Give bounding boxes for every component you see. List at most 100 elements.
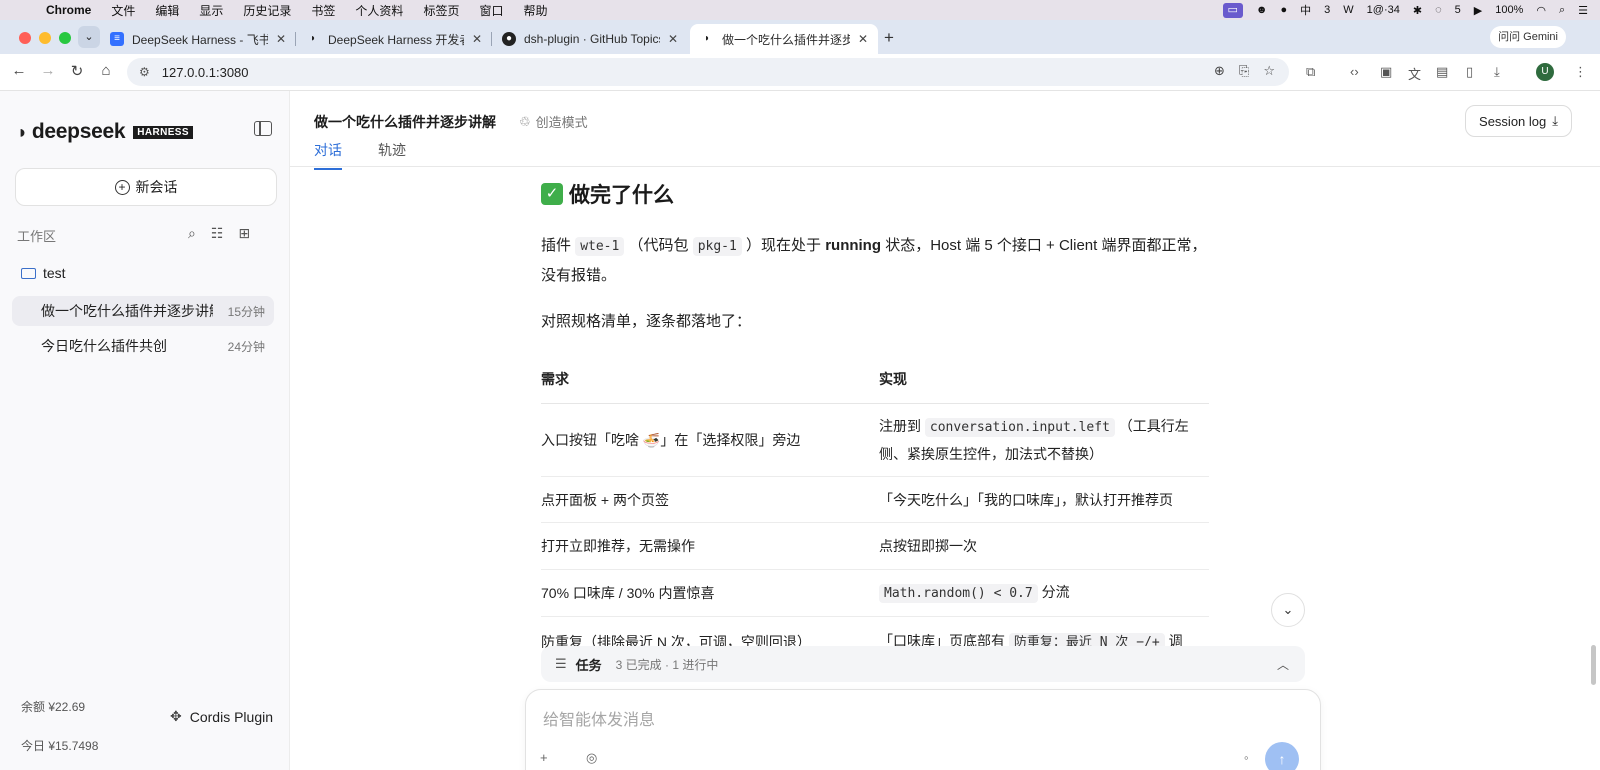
cordis-plugin-button[interactable]: ✥ Cordis Plugin xyxy=(170,708,273,725)
message-composer[interactable]: 给智能体发消息 + ◎ ◦ ↑ xyxy=(525,689,1321,770)
tab-dialog[interactable]: 对话 xyxy=(314,140,342,170)
browser-tab-2[interactable]: ◗ DeepSeek Harness 开发者预览 ✕ xyxy=(296,24,492,54)
wifi-icon[interactable]: ◠ xyxy=(1536,4,1546,17)
menu-tab[interactable]: 标签页 xyxy=(423,2,459,19)
app-sidebar: ◗ deepseek HARNESS + 新会话 工作区 ⌕ ☷ ⊞ test … xyxy=(0,91,290,770)
send-arrow-icon[interactable]: ↑ xyxy=(1265,742,1299,770)
menu-app-name[interactable]: Chrome xyxy=(46,3,91,17)
site-info-icon[interactable]: ⚙ xyxy=(139,65,150,79)
intro-paragraph: 对照规格清单，逐条都落地了： xyxy=(541,313,752,330)
collapse-sidebar-icon[interactable] xyxy=(254,121,272,136)
control-center-icon[interactable]: ☰ xyxy=(1578,4,1588,17)
zoom-icon[interactable]: ⊕ xyxy=(1214,63,1225,79)
main-panel: 做一个吃什么插件并逐步讲解 ♲ 创造模式 对话 轨迹 Session log ⤓… xyxy=(290,91,1600,770)
omnibox-actions: ⊕ ⎘ ☆ xyxy=(1214,63,1275,79)
sidebar-panel-icon[interactable]: ▯ xyxy=(1466,64,1473,80)
screen-record-icon[interactable]: ▭ xyxy=(1222,2,1243,18)
close-icon[interactable]: ✕ xyxy=(276,32,286,46)
menu-edit[interactable]: 编辑 xyxy=(155,2,179,19)
devtools-icon[interactable]: ‹› xyxy=(1350,64,1359,79)
menu-help[interactable]: 帮助 xyxy=(523,2,547,19)
menu-file[interactable]: 文件 xyxy=(111,2,135,19)
bookmark-star-icon[interactable]: ☆ xyxy=(1263,63,1275,79)
brand-logo[interactable]: ◗ deepseek HARNESS xyxy=(17,120,193,144)
session-log-button[interactable]: Session log ⤓ xyxy=(1465,105,1572,137)
profile-avatar[interactable]: U xyxy=(1536,63,1554,81)
page-scrollbar[interactable] xyxy=(1591,645,1596,685)
reader-icon[interactable]: ▤ xyxy=(1436,64,1448,80)
mic-icon[interactable]: ◦ xyxy=(1244,750,1249,765)
session-item-active[interactable]: 做一个吃什么插件并逐步讲解 15分钟 xyxy=(12,296,274,326)
new-folder-icon[interactable]: ⊞ xyxy=(238,225,250,242)
extensions-puzzle-icon[interactable]: ⧉ xyxy=(1306,64,1315,80)
scroll-to-bottom-chevron-icon[interactable]: ⌄ xyxy=(1271,593,1305,627)
table-row: 入口按钮「吃啥 🍜」在「选择权限」旁边 注册到 conversation.inp… xyxy=(541,403,1209,477)
conversation-title: 做一个吃什么插件并逐步讲解 xyxy=(314,114,496,130)
conversation-header: 做一个吃什么插件并逐步讲解 ♲ 创造模式 对话 轨迹 Session log ⤓ xyxy=(290,91,1600,170)
status-count-b[interactable]: 1@·34 xyxy=(1367,4,1400,16)
close-icon[interactable]: ✕ xyxy=(472,32,482,46)
browser-tab-1[interactable]: ≡ DeepSeek Harness - 飞书云文 ✕ xyxy=(100,24,296,54)
back-arrow-icon[interactable]: ← xyxy=(9,62,29,79)
menu-kebab-icon[interactable]: ⋮ xyxy=(1574,64,1587,80)
composer-placeholder[interactable]: 给智能体发消息 xyxy=(543,706,655,730)
table-header-row: 需求 实现 xyxy=(541,359,1209,404)
session-item[interactable]: 今日吃什么插件共创 24分钟 xyxy=(12,331,274,361)
workspace-label: 工作区 xyxy=(17,229,57,244)
downloads-icon[interactable]: ⤓ xyxy=(1494,64,1500,80)
reload-icon[interactable]: ↻ xyxy=(67,62,87,80)
chevron-up-icon[interactable]: ︿ xyxy=(1277,656,1289,673)
text-span: ）现在处于 xyxy=(746,237,822,254)
w-icon[interactable]: W xyxy=(1343,4,1353,16)
status-count-a[interactable]: 3 xyxy=(1324,4,1330,16)
ask-gemini-button[interactable]: 问问 Gemini xyxy=(1490,26,1566,48)
forward-arrow-icon[interactable]: → xyxy=(38,62,58,79)
window-controls xyxy=(19,32,71,44)
session-title: 做一个吃什么插件并逐步讲解 xyxy=(41,303,213,319)
tab-title: dsh-plugin · GitHub Topics xyxy=(524,32,660,46)
menu-window[interactable]: 窗口 xyxy=(479,2,503,19)
input-method-icon[interactable]: 中 xyxy=(1300,2,1311,18)
tab-search-chevron-icon[interactable]: ⌄ xyxy=(78,26,100,48)
minimize-window-button[interactable] xyxy=(39,32,51,44)
face-icon[interactable]: ☻ xyxy=(1256,4,1268,16)
address-bar[interactable]: ⚙ 127.0.0.1:3080 ⊕ ⎘ ☆ xyxy=(127,58,1289,86)
play-icon[interactable]: ▶ xyxy=(1474,4,1482,17)
menu-history[interactable]: 历史记录 xyxy=(243,2,291,19)
bluetooth-icon[interactable]: ✱ xyxy=(1413,4,1422,17)
menu-profiles[interactable]: 个人资料 xyxy=(355,2,403,19)
new-chat-button[interactable]: + 新会话 xyxy=(15,168,277,206)
menu-view[interactable]: 显示 xyxy=(199,2,223,19)
task-progress-bar[interactable]: ☰ 任务 3 已完成 · 1 进行中 ︿ xyxy=(541,646,1305,682)
status-count-c[interactable]: 5 xyxy=(1455,4,1461,16)
folder-test[interactable]: test xyxy=(21,265,66,281)
search-icon[interactable]: ⌕ xyxy=(188,225,196,242)
browser-tab-3[interactable]: ● dsh-plugin · GitHub Topics ✕ xyxy=(492,24,688,54)
home-icon[interactable]: ⌂ xyxy=(96,62,116,79)
tab-trace[interactable]: 轨迹 xyxy=(378,140,406,170)
battery-label[interactable]: 100% xyxy=(1495,4,1523,16)
zoom-window-button[interactable] xyxy=(59,32,71,44)
close-window-button[interactable] xyxy=(19,32,31,44)
session-time: 15分钟 xyxy=(227,304,265,319)
table-cell: 点开面板 + 两个页签 xyxy=(541,476,879,523)
add-attachment-icon[interactable]: + xyxy=(540,750,548,765)
text-span: 分流 xyxy=(1041,584,1070,600)
translate-icon[interactable]: 文 xyxy=(1408,64,1421,83)
inline-code: conversation.input.left xyxy=(924,418,1115,437)
search-icon[interactable]: ⌕ xyxy=(1559,4,1565,17)
chat-icon[interactable]: ◌ xyxy=(1435,4,1442,16)
permission-icon[interactable]: ◎ xyxy=(586,750,597,766)
filter-sliders-icon[interactable]: ☷ xyxy=(211,225,224,242)
close-icon[interactable]: ✕ xyxy=(858,32,868,46)
url-text[interactable]: 127.0.0.1:3080 xyxy=(162,65,249,80)
install-app-icon[interactable]: ⎘ xyxy=(1239,63,1249,79)
new-tab-plus-icon[interactable]: + xyxy=(884,28,894,48)
browser-tab-4-active[interactable]: ◗ 做一个吃什么插件并逐步讲解 - ✕ xyxy=(690,24,878,54)
mic-icon[interactable]: ● xyxy=(1280,4,1287,16)
download-icon: ⤓ xyxy=(1552,113,1558,128)
close-icon[interactable]: ✕ xyxy=(668,32,678,46)
mode-indicator[interactable]: ♲ 创造模式 xyxy=(519,112,588,131)
menu-bookmarks[interactable]: 书签 xyxy=(311,2,335,19)
screenshot-icon[interactable]: ▣ xyxy=(1380,64,1392,80)
